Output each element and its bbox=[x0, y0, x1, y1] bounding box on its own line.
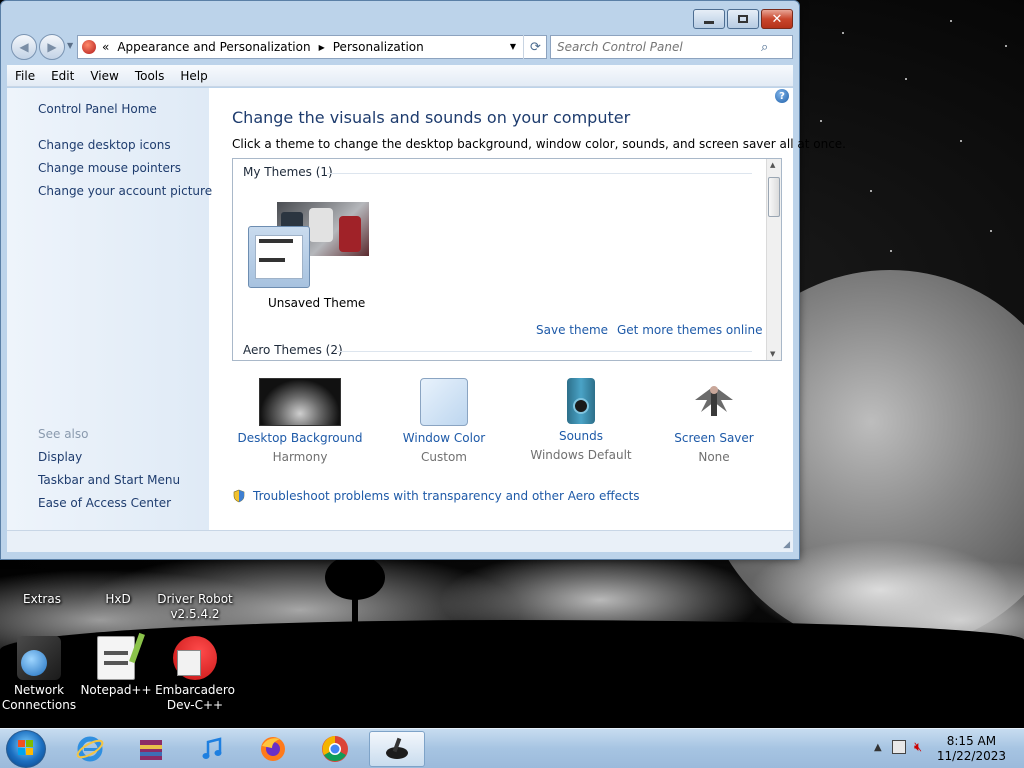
link-change-mouse-pointers[interactable]: Change mouse pointers bbox=[38, 161, 181, 175]
network-tray-icon[interactable] bbox=[892, 740, 906, 754]
back-button[interactable]: ◀ bbox=[11, 34, 37, 60]
menu-file[interactable]: File bbox=[7, 69, 43, 83]
menu-bar: File Edit View Tools Help bbox=[7, 65, 793, 87]
breadcrumb-personalization[interactable]: Personalization bbox=[333, 40, 424, 54]
maximize-button[interactable] bbox=[727, 9, 759, 29]
refresh-button[interactable]: ⟳ bbox=[523, 35, 547, 59]
recent-pages-chevron-icon[interactable]: ▼ bbox=[67, 41, 73, 50]
start-button[interactable] bbox=[6, 730, 46, 768]
taskbar-internet-explorer[interactable] bbox=[62, 731, 118, 767]
see-also-heading: See also bbox=[38, 427, 89, 441]
forward-arrow-icon: ▶ bbox=[47, 40, 57, 54]
resize-grip-icon[interactable]: ◢ bbox=[783, 540, 790, 550]
themes-list: My Themes (1) Unsaved Theme Save theme G… bbox=[232, 158, 782, 361]
breadcrumb-separator-icon[interactable]: ▶ bbox=[319, 43, 325, 52]
menu-view[interactable]: View bbox=[82, 69, 126, 83]
taskbar-itunes[interactable] bbox=[184, 731, 240, 767]
network-connections-icon bbox=[17, 636, 61, 680]
winrar-icon bbox=[140, 740, 162, 760]
link-taskbar-and-start-menu[interactable]: Taskbar and Start Menu bbox=[38, 473, 180, 487]
address-bar[interactable]: « Appearance and Personalization ▶ Perso… bbox=[77, 35, 547, 59]
group-header-aero-themes[interactable]: Aero Themes (2) bbox=[243, 343, 343, 357]
sounds-icon bbox=[567, 378, 595, 424]
firefox-icon bbox=[261, 737, 285, 761]
left-pane: Control Panel Home Change desktop icons … bbox=[7, 88, 212, 530]
maximize-icon bbox=[738, 15, 748, 23]
system-tray: ▲ 🔇︎ 8:15 AM 11/22/2023 bbox=[864, 729, 1024, 768]
page-title: Change the visuals and sounds on your co… bbox=[232, 108, 631, 127]
address-dropdown-icon[interactable]: ▼ bbox=[510, 42, 516, 51]
scroll-up-icon[interactable]: ▲ bbox=[770, 161, 775, 169]
windows-logo-icon bbox=[18, 740, 33, 755]
window-color-icon bbox=[420, 378, 468, 426]
menu-help[interactable]: Help bbox=[172, 69, 215, 83]
desktop-background-icon bbox=[259, 378, 341, 426]
internet-explorer-icon bbox=[76, 736, 104, 762]
taskbar-personalization[interactable] bbox=[369, 731, 425, 767]
link-save-theme[interactable]: Save theme bbox=[536, 323, 608, 337]
search-input[interactable] bbox=[551, 40, 761, 54]
content-area: Control Panel Home Change desktop icons … bbox=[7, 88, 846, 530]
back-arrow-icon: ◀ bbox=[19, 40, 29, 54]
main-pane: ? Change the visuals and sounds on your … bbox=[209, 88, 846, 530]
clock[interactable]: 8:15 AM 11/22/2023 bbox=[937, 734, 1006, 764]
group-header-my-themes[interactable]: My Themes (1) bbox=[243, 165, 333, 179]
page-description: Click a theme to change the desktop back… bbox=[232, 137, 846, 151]
search-icon[interactable]: ⌕ bbox=[761, 40, 768, 55]
tile-window-color[interactable]: Window Color Custom bbox=[375, 378, 513, 464]
notepad-plus-plus-icon bbox=[97, 632, 145, 680]
breadcrumb-appearance-and-personalization[interactable]: Appearance and Personalization bbox=[117, 40, 310, 54]
theme-window-color-thumbnail bbox=[248, 226, 310, 288]
link-change-account-picture[interactable]: Change your account picture bbox=[38, 184, 212, 198]
help-icon[interactable]: ? bbox=[775, 89, 789, 103]
refresh-icon: ⟳ bbox=[530, 39, 541, 55]
minimize-icon bbox=[704, 20, 714, 24]
scrollbar-thumb[interactable] bbox=[768, 177, 780, 217]
dev-cpp-icon bbox=[173, 636, 217, 680]
forward-button[interactable]: ▶ bbox=[39, 34, 65, 60]
link-troubleshoot-aero[interactable]: Troubleshoot problems with transparency … bbox=[232, 489, 640, 503]
desktop-icon-embarcadero-dev-cpp[interactable]: Embarcadero Dev-C++ bbox=[153, 636, 237, 713]
link-change-desktop-icons[interactable]: Change desktop icons bbox=[38, 138, 171, 152]
title-bar[interactable]: ✕ bbox=[1, 1, 799, 31]
show-hidden-icons-chevron-icon[interactable]: ▲ bbox=[874, 742, 882, 753]
personalization-icon bbox=[386, 737, 408, 759]
link-display[interactable]: Display bbox=[38, 450, 82, 464]
status-bar: ◢ bbox=[7, 530, 793, 552]
link-ease-of-access-center[interactable]: Ease of Access Center bbox=[38, 496, 171, 510]
taskbar-chrome[interactable] bbox=[307, 731, 363, 767]
scroll-down-icon[interactable]: ▼ bbox=[770, 350, 775, 358]
address-overflow[interactable]: « bbox=[102, 40, 109, 54]
taskbar: ▲ 🔇︎ 8:15 AM 11/22/2023 bbox=[0, 728, 1024, 768]
navigation-bar: ◀ ▶ ▼ « Appearance and Personalization ▶… bbox=[7, 34, 793, 60]
control-panel-icon bbox=[82, 40, 96, 54]
tile-desktop-background[interactable]: Desktop Background Harmony bbox=[231, 378, 369, 464]
search-box: ⌕ bbox=[550, 35, 793, 59]
personalization-window: ✕ ◀ ▶ ▼ « Appearance and Personalization… bbox=[0, 0, 846, 560]
close-button[interactable]: ✕ bbox=[761, 9, 793, 29]
theme-unsaved[interactable] bbox=[248, 202, 372, 290]
tile-sounds[interactable]: Sounds Windows Default bbox=[512, 378, 650, 462]
itunes-icon bbox=[202, 737, 222, 759]
close-icon: ✕ bbox=[771, 11, 783, 27]
volume-muted-icon[interactable]: 🔇︎ bbox=[914, 740, 922, 755]
taskbar-winrar[interactable] bbox=[123, 731, 179, 767]
desktop-icon-network-connections[interactable]: Network Connections bbox=[0, 636, 81, 713]
menu-tools[interactable]: Tools bbox=[127, 69, 173, 83]
taskbar-firefox[interactable] bbox=[245, 731, 301, 767]
screen-saver-icon bbox=[691, 378, 737, 426]
themes-scrollbar[interactable]: ▲ ▼ bbox=[766, 159, 781, 360]
tile-screen-saver[interactable]: Screen Saver None bbox=[645, 378, 783, 464]
desktop-icon-notepad-plus-plus[interactable]: Notepad++ bbox=[74, 632, 158, 698]
link-control-panel-home[interactable]: Control Panel Home bbox=[38, 102, 157, 116]
chrome-icon bbox=[322, 736, 348, 762]
menu-edit[interactable]: Edit bbox=[43, 69, 82, 83]
theme-name: Unsaved Theme bbox=[268, 296, 366, 310]
shield-icon bbox=[233, 489, 245, 503]
minimize-button[interactable] bbox=[693, 9, 725, 29]
link-get-more-themes-online[interactable]: Get more themes online bbox=[617, 323, 763, 337]
